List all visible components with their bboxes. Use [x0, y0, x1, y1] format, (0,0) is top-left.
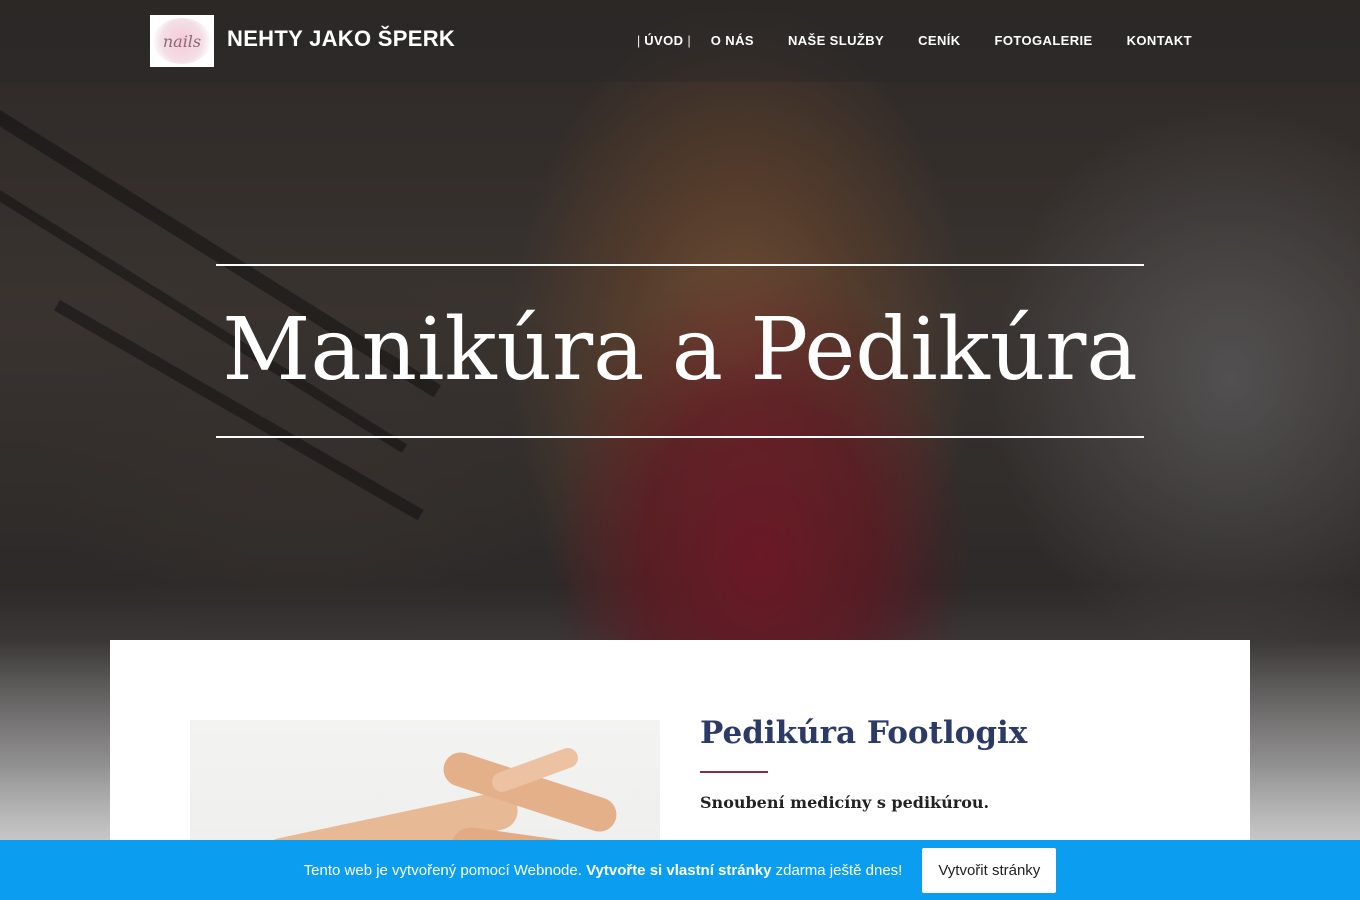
promo-text-before: Tento web je vytvořený pomocí Webnode. — [303, 861, 582, 879]
nav-item-nase-sluzby[interactable]: NAŠE SLUŽBY — [788, 33, 884, 48]
site-title[interactable]: NEHTY JAKO ŠPERK — [227, 26, 455, 52]
logo-mark: nails — [153, 18, 211, 64]
nav-item-uvod[interactable]: ÚVOD — [644, 33, 683, 48]
nav-separator: | — [687, 33, 691, 48]
nav-item-kontakt[interactable]: KONTAKT — [1127, 33, 1192, 48]
article-heading: Pedikúra Footlogix — [700, 715, 1028, 751]
site-header: nails NEHTY JAKO ŠPERK | ÚVOD | O NÁS NA… — [0, 0, 1360, 82]
main-navigation: | ÚVOD | O NÁS NAŠE SLUŽBY CENÍK FOTOGAL… — [633, 33, 1192, 48]
logo-text: nails — [162, 31, 202, 51]
promo-text: Tento web je vytvořený pomocí Webnode. V… — [304, 862, 903, 879]
hero-title: Manikúra a Pedikúra — [222, 300, 1138, 400]
promo-link[interactable]: Vytvořte si vlastní stránky — [586, 862, 771, 879]
nav-item-fotogalerie[interactable]: FOTOGALERIE — [995, 33, 1093, 48]
article-subheading: Snoubení medicíny s pedikúrou. — [700, 793, 990, 812]
nav-item-o-nas[interactable]: O NÁS — [711, 33, 754, 48]
heading-accent-rule — [700, 771, 768, 773]
promo-text-after: zdarma ještě dnes! — [775, 861, 903, 879]
hero-top-rule — [216, 264, 1144, 266]
hero-bottom-rule — [216, 436, 1144, 438]
site-logo[interactable]: nails — [150, 15, 214, 67]
nav-item-cenik[interactable]: CENÍK — [918, 33, 960, 48]
nav-separator: | — [636, 33, 641, 48]
webnode-promo-bar: Tento web je vytvořený pomocí Webnode. V… — [0, 840, 1360, 900]
create-site-button[interactable]: Vytvořit stránky — [922, 847, 1057, 893]
